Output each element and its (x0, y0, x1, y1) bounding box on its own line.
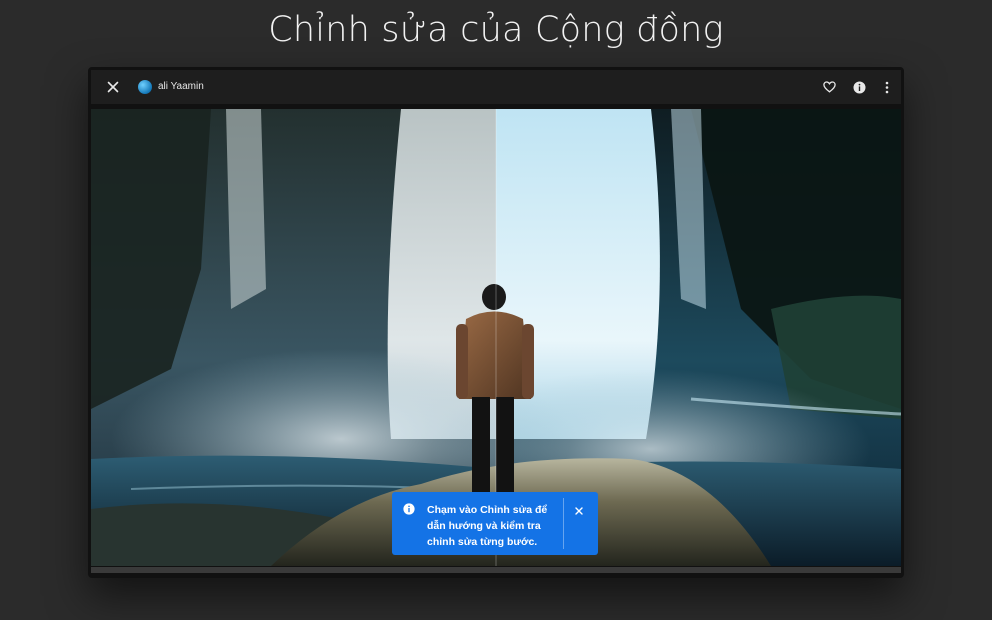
more-options-button[interactable] (873, 70, 901, 104)
user-name[interactable]: ali Yaamin (158, 81, 204, 92)
close-icon (575, 507, 583, 515)
close-icon (107, 81, 119, 93)
info-button[interactable] (845, 70, 873, 104)
heart-icon (822, 81, 836, 93)
tooltip-close-button[interactable] (568, 500, 590, 522)
info-icon (403, 503, 415, 515)
coach-mark-tooltip: Chạm vào Chỉnh sửa để dẫn hướng và kiểm … (392, 492, 598, 555)
page-headline: Chỉnh sửa của Cộng đồng (268, 10, 724, 50)
bottom-bar (91, 567, 901, 573)
like-button[interactable] (815, 70, 843, 104)
info-icon (853, 81, 865, 93)
more-vertical-icon (885, 81, 889, 93)
close-button[interactable] (99, 70, 127, 104)
top-bar: ali Yaamin (91, 70, 901, 104)
avatar[interactable] (138, 80, 152, 94)
tooltip-divider (563, 498, 564, 549)
tooltip-message: Chạm vào Chỉnh sửa để dẫn hướng và kiểm … (427, 504, 548, 548)
